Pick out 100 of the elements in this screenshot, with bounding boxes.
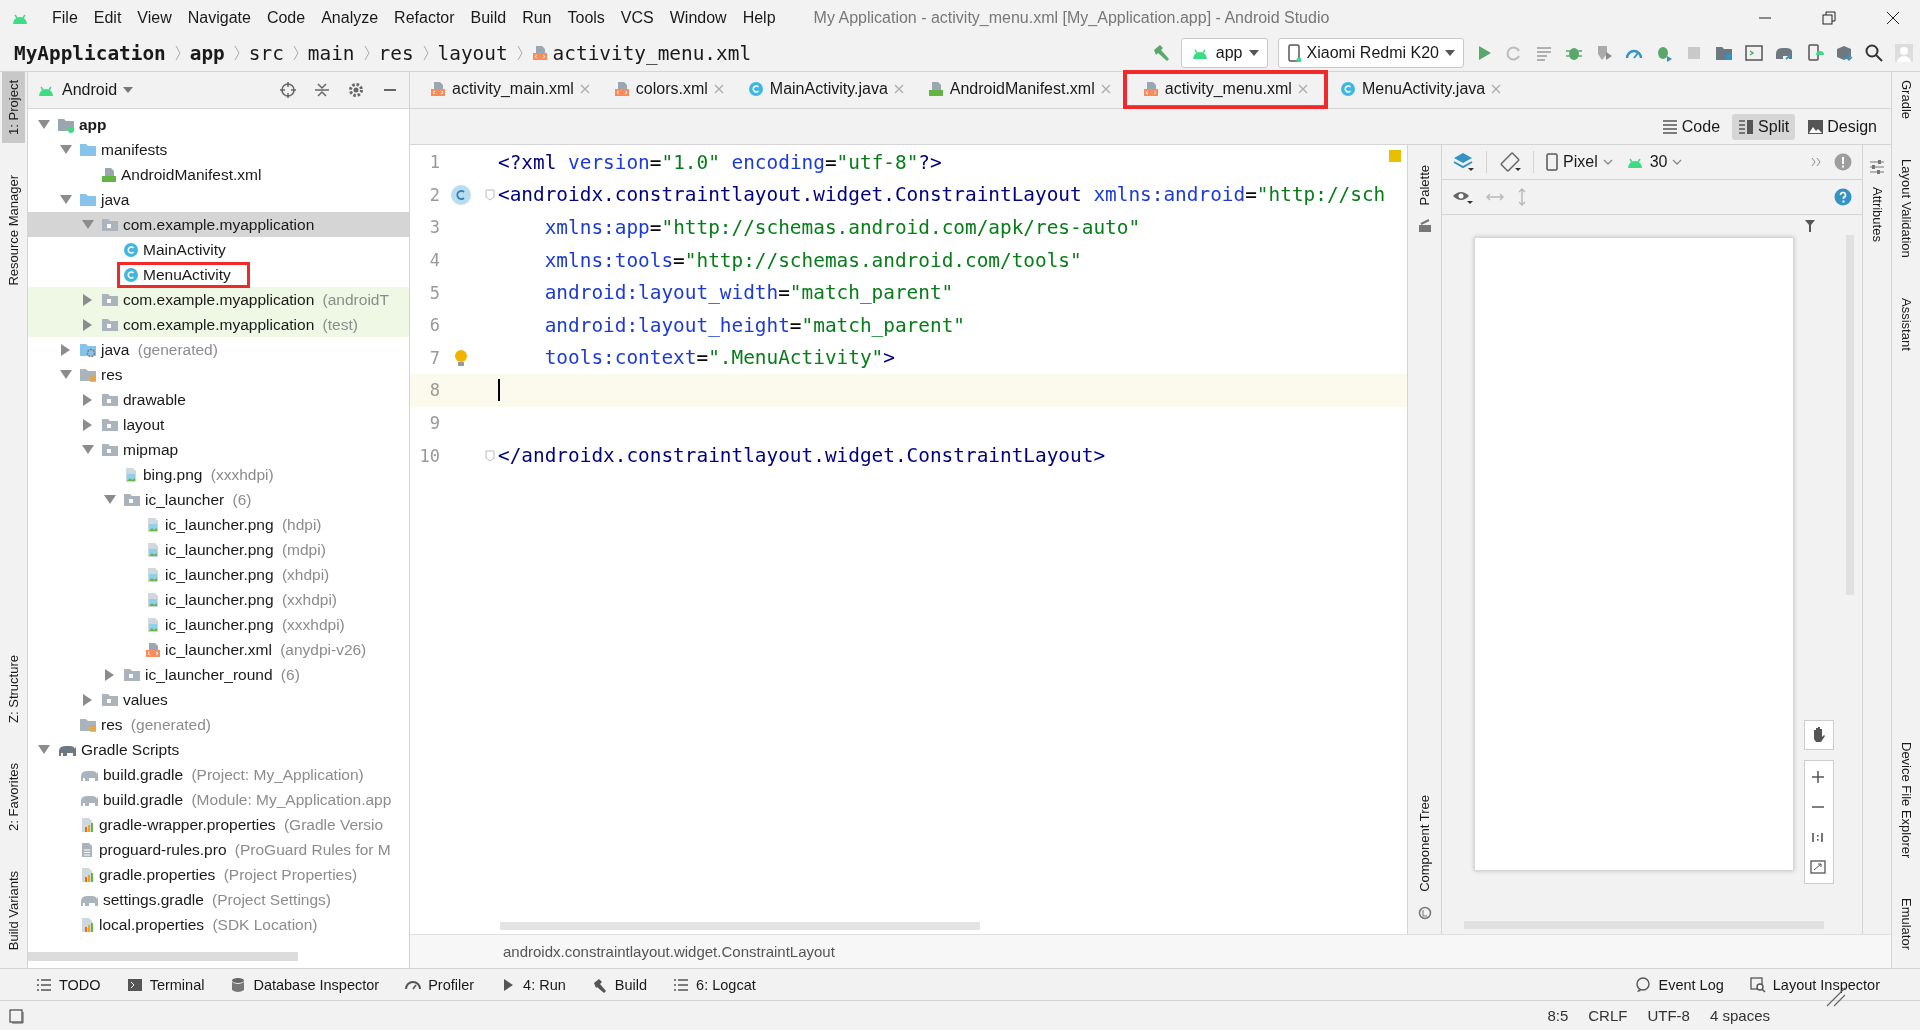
- terminal-icon[interactable]: [1744, 43, 1764, 63]
- tree-item[interactable]: ic_launcher.png (xxxhdpi): [28, 612, 409, 637]
- menu-item[interactable]: Edit: [85, 8, 130, 27]
- horizontal-arrows-icon[interactable]: [1486, 191, 1504, 203]
- collapse-icon[interactable]: [313, 81, 331, 99]
- tool-window-tab[interactable]: Gradle: [1894, 72, 1918, 128]
- menu-item[interactable]: VCS: [612, 8, 662, 27]
- tree-item[interactable]: res: [28, 362, 409, 387]
- tree-item[interactable]: build.gradle (Module: My_Application.app: [28, 787, 409, 812]
- breadcrumb-item[interactable]: layout: [437, 41, 508, 65]
- tree-item[interactable]: res (generated): [28, 712, 409, 737]
- menu-item[interactable]: Code: [258, 8, 314, 27]
- tool-window-tab[interactable]: 4: Run: [500, 976, 566, 993]
- menu-item[interactable]: View: [129, 8, 180, 27]
- fold-marker-icon[interactable]: [485, 449, 495, 462]
- tool-window-tab[interactable]: Component Tree: [1413, 787, 1436, 900]
- hand-icon[interactable]: [1804, 720, 1834, 750]
- editor-tab[interactable]: AndroidManifest.xml: [917, 72, 1121, 108]
- expanded-arrow-icon[interactable]: [60, 144, 72, 155]
- expanded-arrow-icon[interactable]: [60, 194, 72, 205]
- tool-window-tab[interactable]: Attributes: [1865, 179, 1889, 250]
- view-mode-button[interactable]: Design: [1801, 113, 1883, 140]
- view-mode-button[interactable]: Code: [1655, 113, 1727, 140]
- tree-item[interactable]: ic_launcher.png (xhdpi): [28, 562, 409, 587]
- fold-marker-icon[interactable]: [485, 188, 495, 201]
- editor-tab[interactable]: activity_main.xml: [420, 72, 600, 108]
- menu-item[interactable]: Help: [734, 8, 784, 27]
- menu-item[interactable]: Refactor: [386, 8, 463, 27]
- tool-window-tab[interactable]: Assistant: [1894, 289, 1918, 359]
- breadcrumb-item[interactable]: main: [307, 41, 355, 65]
- editor-tab[interactable]: activity_menu.xml: [1124, 72, 1326, 108]
- tool-window-tab[interactable]: Z: Structure: [2, 646, 25, 731]
- filter-icon[interactable]: [1804, 219, 1816, 233]
- tool-window-tab[interactable]: Build Variants: [2, 862, 25, 958]
- collapsed-arrow-icon[interactable]: [83, 393, 93, 406]
- tree-item[interactable]: app: [28, 112, 409, 137]
- tool-window-tab[interactable]: Resource Manager: [2, 166, 25, 294]
- collapsed-arrow-icon[interactable]: [105, 668, 115, 681]
- view-dropdown[interactable]: Android: [36, 81, 134, 99]
- class-icon[interactable]: [450, 183, 472, 206]
- tree-item[interactable]: AndroidManifest.xml: [28, 162, 409, 187]
- tree-item[interactable]: proguard-rules.pro (ProGuard Rules for M: [28, 837, 409, 862]
- breadcrumb-item[interactable]: activity_menu.xml: [531, 41, 752, 65]
- status-item[interactable]: 8:5: [1547, 1007, 1569, 1024]
- expanded-arrow-icon[interactable]: [82, 444, 94, 455]
- collapsed-arrow-icon[interactable]: [61, 343, 71, 356]
- expanded-arrow-icon[interactable]: [60, 369, 72, 380]
- status-item[interactable]: CRLF: [1588, 1007, 1628, 1024]
- status-item[interactable]: UTF-8: [1647, 1007, 1690, 1024]
- tool-window-tab[interactable]: Layout Inspector: [1749, 976, 1880, 993]
- view-mode-button[interactable]: Split: [1732, 113, 1796, 140]
- tree-item[interactable]: gradle-wrapper.properties (Gradle Versio: [28, 812, 409, 837]
- tool-window-tab[interactable]: TODO: [36, 976, 101, 993]
- expanded-arrow-icon[interactable]: [82, 219, 94, 230]
- search-icon[interactable]: [1864, 43, 1884, 63]
- expanded-arrow-icon[interactable]: [38, 744, 50, 755]
- scrollbar[interactable]: [28, 952, 298, 961]
- menu-item[interactable]: File: [44, 8, 86, 27]
- tool-window-tab[interactable]: Emulator: [1894, 889, 1918, 958]
- vertical-arrows-icon[interactable]: [1516, 188, 1528, 206]
- package-icon[interactable]: [1834, 43, 1854, 63]
- tree-item[interactable]: local.properties (SDK Location): [28, 912, 409, 937]
- tool-window-tab[interactable]: Palette: [1413, 157, 1436, 214]
- menu-item[interactable]: Analyze: [313, 8, 387, 27]
- layers-icon[interactable]: [1452, 151, 1474, 173]
- tree-item[interactable]: values: [28, 687, 409, 712]
- menu-item[interactable]: Window: [661, 8, 735, 27]
- collapsed-arrow-icon[interactable]: [83, 418, 93, 431]
- tool-window-tab[interactable]: Device File Explorer: [1894, 733, 1918, 866]
- target-icon[interactable]: [279, 81, 297, 99]
- tree-item[interactable]: ic_launcher_round (6): [28, 662, 409, 687]
- tree-item[interactable]: ic_launcher.png (hdpi): [28, 512, 409, 537]
- tree-item[interactable]: Gradle Scripts: [28, 737, 409, 762]
- tree-item[interactable]: com.example.myapplication (androidT: [28, 287, 409, 312]
- tree-item[interactable]: java (generated): [28, 337, 409, 362]
- tool-window-tab[interactable]: Layout Validation: [1894, 151, 1918, 266]
- tree-item[interactable]: MainActivity: [28, 237, 409, 262]
- breadcrumb[interactable]: androidx.constraintlayout.widget.ConstraintLayout: [503, 943, 835, 960]
- more-icon[interactable]: [1810, 156, 1822, 168]
- device-dropdown[interactable]: Xiaomi Redmi K20: [1277, 38, 1464, 68]
- collapsed-arrow-icon[interactable]: [83, 318, 93, 331]
- expanded-arrow-icon[interactable]: [104, 494, 116, 505]
- api-level-dropdown[interactable]: 30: [1624, 153, 1683, 171]
- editor-tab[interactable]: MainActivity.java: [737, 72, 914, 108]
- tree-item[interactable]: ic_launcher.xml (anydpi-v26): [28, 637, 409, 662]
- collapsed-arrow-icon[interactable]: [83, 693, 93, 706]
- restore-icon[interactable]: [1822, 10, 1836, 25]
- fit-screen-icon[interactable]: [1810, 859, 1826, 875]
- tree-item[interactable]: MenuActivity: [28, 262, 409, 287]
- rotate-icon[interactable]: [1499, 151, 1521, 173]
- menu-item[interactable]: Navigate: [179, 8, 259, 27]
- tree-item[interactable]: com.example.myapplication (test): [28, 312, 409, 337]
- settings-icon[interactable]: [347, 81, 365, 99]
- tool-window-tab[interactable]: Build: [591, 976, 648, 993]
- tree-item[interactable]: ic_launcher.png (mdpi): [28, 537, 409, 562]
- warning-marker-icon[interactable]: [1389, 150, 1401, 162]
- tree-item[interactable]: manifests: [28, 137, 409, 162]
- menu-item[interactable]: Tools: [559, 8, 613, 27]
- breadcrumb-item[interactable]: app: [189, 41, 225, 65]
- tree-item[interactable]: ic_launcher.png (xxhdpi): [28, 587, 409, 612]
